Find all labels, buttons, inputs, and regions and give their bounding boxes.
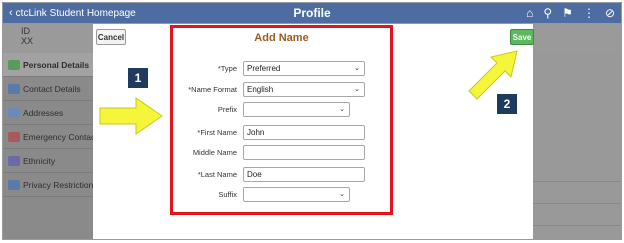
name-format-value: English [247, 85, 274, 94]
save-button[interactable]: Save [510, 29, 534, 45]
navigation-icon[interactable]: ⊘ [605, 5, 615, 21]
first-name-row: *First Name John [173, 125, 390, 141]
divider [531, 181, 621, 182]
cancel-button[interactable]: Cancel [96, 29, 126, 45]
header-bar: ‹ ctcLink Student Homepage Profile ⌂ ⚲ ⚑… [3, 3, 621, 23]
sidebar-item-personal-details[interactable]: Personal Details [3, 53, 95, 77]
suffix-select[interactable]: ⌄ [243, 187, 350, 202]
middle-name-input[interactable] [243, 145, 365, 160]
envelope-icon [8, 107, 20, 118]
name-format-row: *Name Format English ⌄ [173, 82, 390, 98]
people-icon [8, 155, 20, 166]
chevron-down-icon: ⌄ [339, 106, 345, 113]
first-name-input[interactable]: John [243, 125, 365, 140]
header-actions: ⌂ ⚲ ⚑ ⋮ ⊘ [526, 5, 615, 21]
sidebar-item-label: Emergency Contacts [23, 131, 102, 142]
chevron-down-icon: ⌄ [354, 65, 360, 72]
more-icon[interactable]: ⋮ [583, 5, 595, 21]
sidebar-item-addresses[interactable]: Addresses [3, 101, 95, 125]
prefix-select[interactable]: ⌄ [243, 102, 350, 117]
suffix-row: Suffix ⌄ [173, 187, 390, 203]
divider [531, 225, 621, 226]
flag-icon[interactable]: ⚑ [562, 5, 573, 21]
last-name-row: *Last Name Doe [173, 167, 390, 183]
screenshot-frame: ‹ ctcLink Student Homepage Profile ⌂ ⚲ ⚑… [2, 2, 622, 240]
suffix-label: Suffix [218, 190, 237, 199]
last-name-input[interactable]: Doe [243, 167, 365, 182]
sidebar-item-emergency-contacts[interactable]: Emergency Contacts [3, 125, 102, 149]
sidebar-item-label: Contact Details [23, 83, 81, 94]
step-1-arrow-icon [99, 97, 163, 135]
chevron-down-icon: ⌄ [354, 86, 360, 93]
name-format-select[interactable]: English ⌄ [243, 82, 365, 97]
sidebar: Personal Details Contact Details Address… [3, 53, 102, 239]
first-name-label: *First Name [197, 128, 237, 137]
sidebar-item-contact-details[interactable]: Contact Details [3, 77, 95, 101]
phone-icon [8, 83, 20, 94]
chevron-down-icon: ⌄ [339, 191, 345, 198]
sidebar-item-label: Personal Details [23, 59, 90, 70]
search-icon[interactable]: ⚲ [543, 5, 552, 21]
divider [531, 203, 621, 204]
person-lock-icon [8, 179, 20, 190]
id-card-icon [8, 59, 20, 70]
type-value: Preferred [247, 64, 281, 73]
type-select[interactable]: Preferred ⌄ [243, 61, 365, 76]
last-name-label: *Last Name [197, 170, 237, 179]
highlight-box: Add Name *Type Preferred ⌄ *Name Format … [170, 25, 393, 215]
step-1-callout: 1 [128, 68, 148, 88]
background-content [531, 53, 621, 239]
id-value: XX [21, 36, 34, 46]
sidebar-item-ethnicity[interactable]: Ethnicity [3, 149, 95, 173]
step-2-arrow-icon [468, 50, 518, 100]
sidebar-item-label: Privacy Restrictions [23, 179, 98, 190]
sidebar-item-label: Ethnicity [23, 155, 56, 166]
modal-title: Add Name [254, 32, 309, 44]
emergency-phone-icon [8, 131, 20, 142]
id-label: ID [21, 26, 30, 36]
home-icon[interactable]: ⌂ [526, 5, 533, 21]
middle-name-row: Middle Name [173, 145, 390, 161]
type-row: *Type Preferred ⌄ [173, 61, 390, 77]
sidebar-item-privacy-restrictions[interactable]: Privacy Restrictions [3, 173, 98, 197]
name-format-label: *Name Format [188, 85, 237, 94]
sidebar-item-label: Addresses [23, 107, 64, 118]
middle-name-label: Middle Name [192, 148, 237, 157]
type-label: *Type [217, 64, 237, 73]
prefix-label: Prefix [217, 105, 237, 114]
prefix-row: Prefix ⌄ [173, 102, 390, 118]
